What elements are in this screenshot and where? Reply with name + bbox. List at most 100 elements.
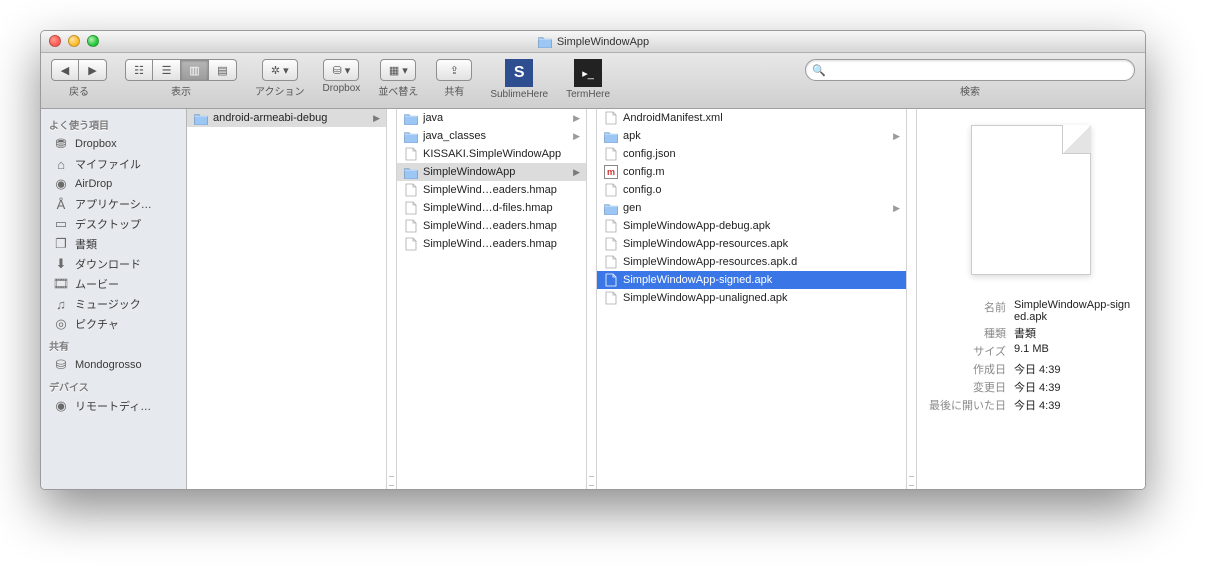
sidebar-item[interactable]: ◉リモートディ… (41, 396, 186, 416)
search-input[interactable] (830, 64, 1128, 76)
sidebar-item-label: リモートディ… (75, 398, 151, 414)
sidebar-item[interactable]: Åアプリケーシ… (41, 194, 186, 214)
folder-icon (403, 165, 419, 179)
sidebar-item-label: Dropbox (75, 138, 117, 150)
minimize-button[interactable] (68, 35, 80, 47)
sidebar-item[interactable]: ◉AirDrop (41, 174, 186, 194)
sidebar-item-label: ダウンロード (75, 256, 141, 272)
search-group: 🔍 検索 (805, 59, 1135, 98)
item-label: AndroidManifest.xml (623, 112, 900, 124)
meta-created-value: 今日 4:39 (1014, 361, 1133, 377)
sidebar-item[interactable]: ♫ミュージック (41, 294, 186, 314)
file-icon (403, 201, 419, 215)
list-item[interactable]: SimpleWindowApp-signed.apk (597, 271, 906, 289)
column-resize-2[interactable] (907, 109, 917, 489)
sidebar-heading: 共有 (41, 334, 186, 355)
sidebar-item[interactable]: ⛃Dropbox (41, 134, 186, 154)
list-item[interactable]: SimpleWindowApp-resources.apk (597, 235, 906, 253)
file-icon (403, 219, 419, 233)
sublime-button[interactable]: S (505, 59, 533, 87)
item-label: SimpleWind…eaders.hmap (423, 238, 580, 250)
list-item[interactable]: SimpleWind…eaders.hmap (397, 181, 586, 199)
column-resize-0[interactable] (387, 109, 397, 489)
list-item[interactable]: SimpleWindowApp▶ (397, 163, 586, 181)
meta-modified-label: 変更日 (929, 379, 1006, 395)
term-label: TermHere (566, 89, 610, 100)
meta-kind-value: 書類 (1014, 325, 1133, 341)
item-label: KISSAKI.SimpleWindowApp (423, 148, 580, 160)
desktop-icon: ▭ (53, 216, 69, 232)
list-item[interactable]: config.o (597, 181, 906, 199)
view-group: ☷ ☰ ▥ ▤ 表示 (125, 59, 237, 98)
chevron-right-icon: ▶ (573, 113, 580, 124)
body: よく使う項目⛃Dropbox⌂マイファイル◉AirDropÅアプリケーシ…▭デス… (41, 109, 1145, 489)
view-icons-button[interactable]: ☷ (125, 59, 153, 81)
sidebar-item[interactable]: ◎ピクチャ (41, 314, 186, 334)
item-label: android-armeabi-debug (213, 112, 369, 124)
sidebar-item[interactable]: ⬇ダウンロード (41, 254, 186, 274)
item-label: SimpleWind…d-files.hmap (423, 202, 580, 214)
file-icon (603, 273, 619, 287)
dropbox-button[interactable]: ⛁ ▾ (323, 59, 359, 81)
list-item[interactable]: java_classes▶ (397, 127, 586, 145)
list-item[interactable]: SimpleWindowApp-debug.apk (597, 217, 906, 235)
preview-metadata: 名前 SimpleWindowApp-signed.apk 種類 書類 サイズ … (929, 299, 1133, 413)
column-resize-1[interactable] (587, 109, 597, 489)
arrange-label: 並べ替え (378, 83, 418, 98)
file-icon (603, 111, 619, 125)
list-item[interactable]: SimpleWindowApp-resources.apk.d (597, 253, 906, 271)
folder-icon (603, 201, 619, 215)
sidebar-item[interactable]: 🎞ムービー (41, 274, 186, 294)
sidebar-item[interactable]: ⌂マイファイル (41, 154, 186, 174)
list-item[interactable]: mconfig.m (597, 163, 906, 181)
columns-view: android-armeabi-debug▶ java▶java_classes… (187, 109, 1145, 489)
sidebar-item[interactable]: ⛁Mondogrosso (41, 355, 186, 375)
chevron-right-icon: ▶ (373, 113, 380, 124)
list-item[interactable]: SimpleWind…eaders.hmap (397, 235, 586, 253)
list-item[interactable]: SimpleWindowApp-unaligned.apk (597, 289, 906, 307)
back-button[interactable]: ◀ (51, 59, 79, 81)
meta-size-label: サイズ (929, 343, 1006, 359)
action-group: ✲ ▾ アクション (255, 59, 305, 98)
arrange-button[interactable]: ▦ ▾ (380, 59, 416, 81)
share-button[interactable]: ⇪ (436, 59, 472, 81)
sidebar: よく使う項目⛃Dropbox⌂マイファイル◉AirDropÅアプリケーシ…▭デス… (41, 109, 187, 489)
view-columns-button[interactable]: ▥ (181, 59, 209, 81)
zoom-button[interactable] (87, 35, 99, 47)
list-item[interactable]: android-armeabi-debug ▶ (187, 109, 386, 127)
term-group: ▸_ TermHere (566, 59, 610, 100)
dropbox-label: Dropbox (323, 83, 361, 94)
view-cover-button[interactable]: ▤ (209, 59, 237, 81)
close-button[interactable] (49, 35, 61, 47)
item-label: SimpleWindowApp-unaligned.apk (623, 292, 900, 304)
meta-name-label: 名前 (929, 299, 1006, 323)
folder-icon (403, 111, 419, 125)
window-controls (49, 35, 99, 47)
term-button[interactable]: ▸_ (574, 59, 602, 87)
action-button[interactable]: ✲ ▾ (262, 59, 298, 81)
list-item[interactable]: gen▶ (597, 199, 906, 217)
list-item[interactable]: KISSAKI.SimpleWindowApp (397, 145, 586, 163)
hdd-icon: ⛁ (53, 357, 69, 373)
sidebar-item[interactable]: ▭ デスクトップ (41, 214, 186, 234)
list-item[interactable]: SimpleWind…d-files.hmap (397, 199, 586, 217)
view-list-button[interactable]: ☰ (153, 59, 181, 81)
item-label: java_classes (423, 130, 569, 142)
file-icon (403, 237, 419, 251)
file-icon (603, 147, 619, 161)
search-field[interactable]: 🔍 (805, 59, 1135, 81)
list-item[interactable]: apk▶ (597, 127, 906, 145)
meta-opened-value: 今日 4:39 (1014, 397, 1133, 413)
list-item[interactable]: SimpleWind…eaders.hmap (397, 217, 586, 235)
sidebar-item[interactable]: ❐書類 (41, 234, 186, 254)
list-item[interactable]: AndroidManifest.xml (597, 109, 906, 127)
preview-pane: 名前 SimpleWindowApp-signed.apk 種類 書類 サイズ … (917, 109, 1145, 489)
list-item[interactable]: java▶ (397, 109, 586, 127)
sidebar-item-label: デスクトップ (75, 216, 141, 232)
home-icon: ⌂ (53, 156, 69, 172)
list-item[interactable]: config.json (597, 145, 906, 163)
dropbox-group: ⛁ ▾ Dropbox (323, 59, 361, 94)
chevron-right-icon: ▶ (893, 131, 900, 142)
forward-button[interactable]: ▶ (79, 59, 107, 81)
action-label: アクション (255, 83, 305, 98)
